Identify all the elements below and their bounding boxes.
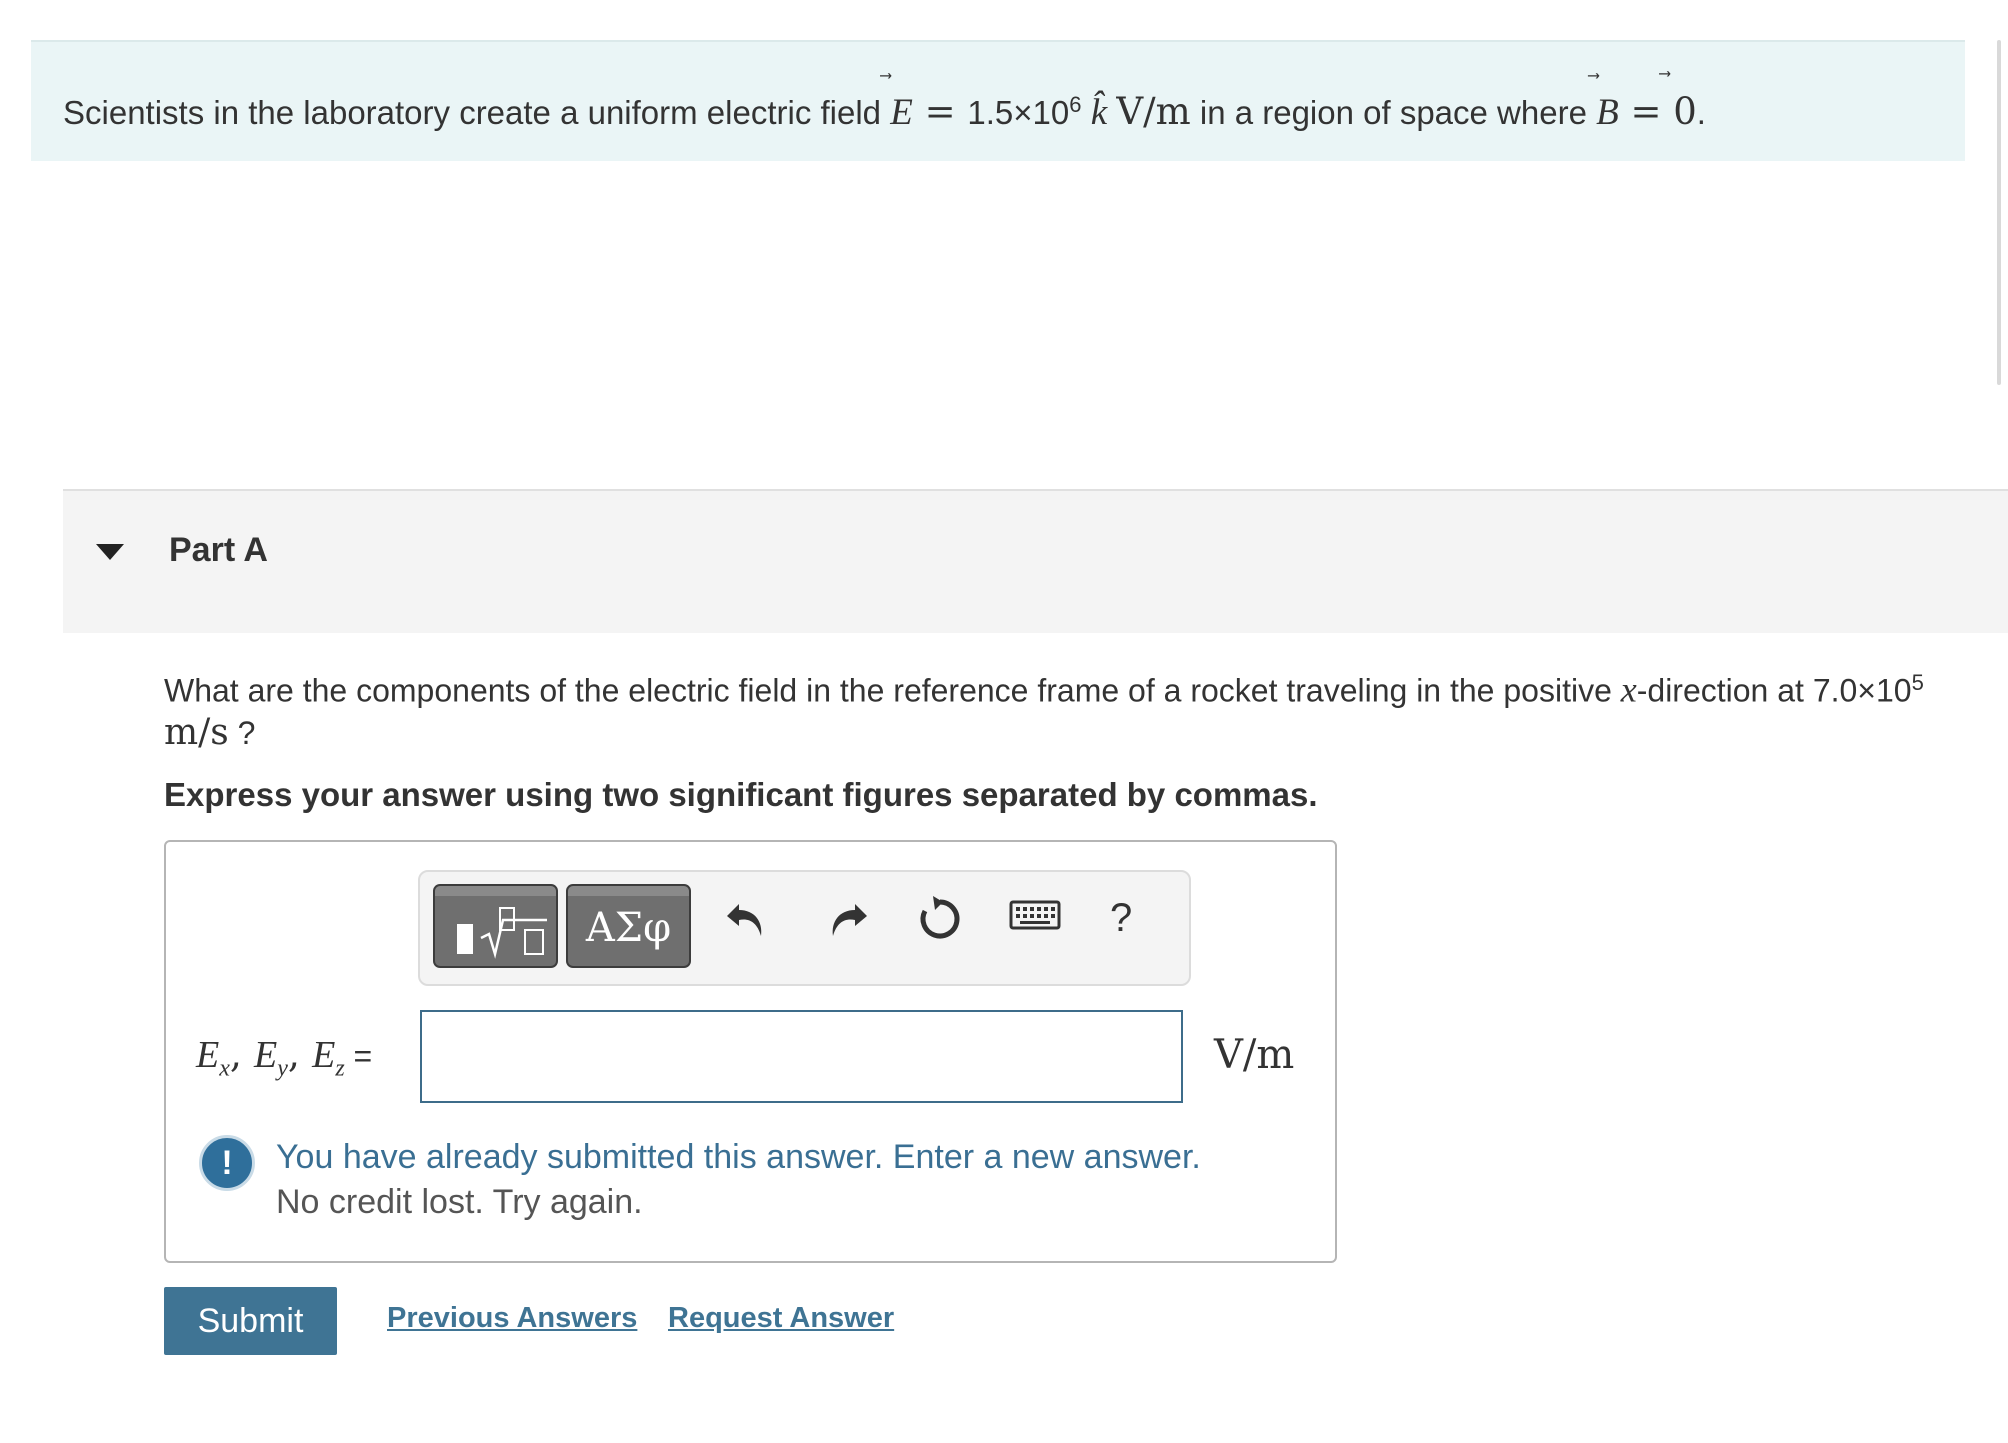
exclamation-icon: ! xyxy=(199,1135,255,1191)
symbols-button[interactable]: ΑΣφ xyxy=(566,884,691,968)
part-header[interactable]: Part A xyxy=(63,489,2008,633)
answer-unit: V/m xyxy=(1214,1032,1295,1078)
answer-input[interactable] xyxy=(420,1010,1183,1103)
intro-equals: = xyxy=(912,90,968,133)
intro-text-before: Scientists in the laboratory create a un… xyxy=(63,94,891,131)
keyboard-icon[interactable] xyxy=(1005,894,1065,954)
redo-icon[interactable] xyxy=(816,894,876,954)
answer-label: Ex, Ey, Ez = xyxy=(196,1032,373,1082)
previous-answers-link[interactable]: Previous Answers xyxy=(387,1302,637,1335)
intro-text: Scientists in the laboratory create a un… xyxy=(63,90,1706,134)
reset-icon[interactable] xyxy=(910,894,970,954)
field-exponent: 6 xyxy=(1069,92,1082,117)
feedback-detail: No credit lost. Try again. xyxy=(276,1183,643,1221)
problem-intro: Scientists in the laboratory create a un… xyxy=(31,40,1965,161)
field-unit: V/m xyxy=(1116,90,1191,133)
request-answer-link[interactable]: Request Answer xyxy=(668,1302,894,1335)
help-button[interactable]: ? xyxy=(1110,896,1132,941)
math-toolbar: ΑΣφ ? xyxy=(418,870,1191,986)
templates-sqrt-icon xyxy=(435,907,556,970)
answer-box: ΑΣφ ? Ex, Ey, Ez = V/m ! You have alread… xyxy=(164,840,1337,1263)
intro-period: . xyxy=(1696,94,1706,131)
templates-button[interactable] xyxy=(433,884,558,968)
question-exponent: 5 xyxy=(1911,670,1924,695)
undo-icon[interactable] xyxy=(718,894,778,954)
collapse-triangle-icon[interactable] xyxy=(96,544,124,560)
question-text: What are the components of the electric … xyxy=(164,669,1924,753)
submit-button[interactable]: Submit xyxy=(164,1287,337,1355)
question-variable: x xyxy=(1620,669,1637,710)
intro-text-after: in a region of space where xyxy=(1190,94,1597,131)
e-vector-symbol: ⃗E xyxy=(890,92,913,133)
part-title: Part A xyxy=(169,531,268,569)
b-vector-symbol: ⃗B xyxy=(1596,92,1619,133)
feedback-message: You have already submitted this answer. … xyxy=(276,1138,1201,1176)
answer-instruction: Express your answer using two significan… xyxy=(164,776,1318,813)
scrollbar-thumb[interactable] xyxy=(1997,40,2001,385)
zero-vector: ⃗0 xyxy=(1673,90,1697,133)
field-value: 1.5×10 xyxy=(967,94,1070,131)
b-equals: = xyxy=(1618,90,1674,133)
question-unit: m/s xyxy=(164,711,229,753)
field-direction: k̂ xyxy=(1081,92,1117,133)
